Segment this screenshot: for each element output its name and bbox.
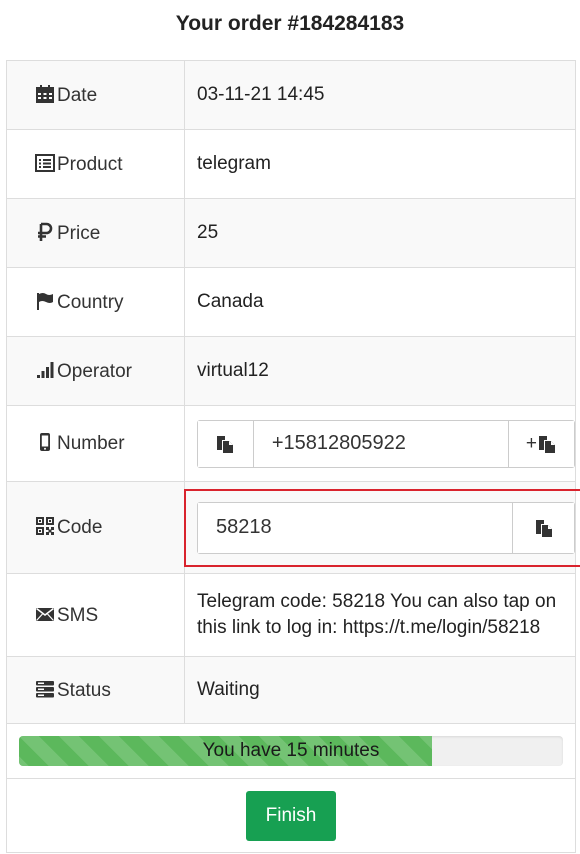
qrcode-icon [35, 516, 57, 536]
number-input-group: + [197, 419, 575, 468]
product-label: Product [57, 153, 123, 175]
row-date: Date 03-11-21 14:45 [6, 60, 576, 130]
copy-icon [538, 435, 555, 453]
copy-number-plus-button[interactable]: + [507, 420, 574, 467]
date-label: Date [57, 84, 98, 106]
phone-number-field[interactable] [253, 420, 508, 467]
order-table: Date 03-11-21 14:45 Product telegram Pri… [6, 60, 576, 853]
envelope-icon [35, 604, 57, 624]
country-value: Canada [184, 267, 576, 337]
sms-value: Telegram code: 58218 You can also tap on… [184, 573, 576, 657]
phone-icon [35, 432, 57, 452]
price-label: Price [57, 222, 101, 244]
status-label: Status [57, 679, 111, 701]
code-label: Code [57, 517, 103, 538]
time-progress-bar: You have 15 minutes [19, 736, 563, 766]
row-product: Product telegram [6, 129, 576, 199]
number-label: Number [57, 433, 125, 454]
list-icon [35, 153, 57, 173]
progress-text: You have 15 minutes [202, 740, 380, 761]
date-value: 03-11-21 14:45 [184, 60, 576, 130]
signal-icon [35, 360, 57, 380]
code-highlight-box [184, 488, 580, 567]
row-price: Price 25 [6, 198, 576, 268]
operator-label: Operator [57, 360, 132, 382]
country-label: Country [57, 291, 124, 313]
flag-icon [35, 291, 57, 311]
row-operator: Operator virtual12 [6, 336, 576, 406]
copy-number-button[interactable] [198, 420, 254, 467]
row-number: Number + [6, 405, 576, 482]
label-cell: Date [6, 60, 185, 130]
ruble-icon [35, 222, 57, 242]
server-icon [35, 679, 57, 699]
row-progress: You have 15 minutes [6, 723, 576, 779]
row-sms: SMS Telegram code: 58218 You can also ta… [6, 573, 576, 657]
product-value: telegram [184, 129, 576, 199]
sms-label: SMS [57, 604, 99, 626]
page-title: Your order #184284183 [175, 12, 405, 35]
row-country: Country Canada [6, 267, 576, 337]
status-value: Waiting [184, 656, 576, 724]
operator-value: virtual12 [184, 336, 576, 406]
row-status: Status Waiting [6, 656, 576, 724]
copy-icon [217, 435, 234, 453]
calendar-icon [35, 84, 57, 104]
row-finish: Finish [6, 778, 576, 853]
price-value: 25 [184, 198, 576, 268]
finish-button[interactable]: Finish [245, 790, 337, 841]
plus-text: + [525, 432, 537, 454]
